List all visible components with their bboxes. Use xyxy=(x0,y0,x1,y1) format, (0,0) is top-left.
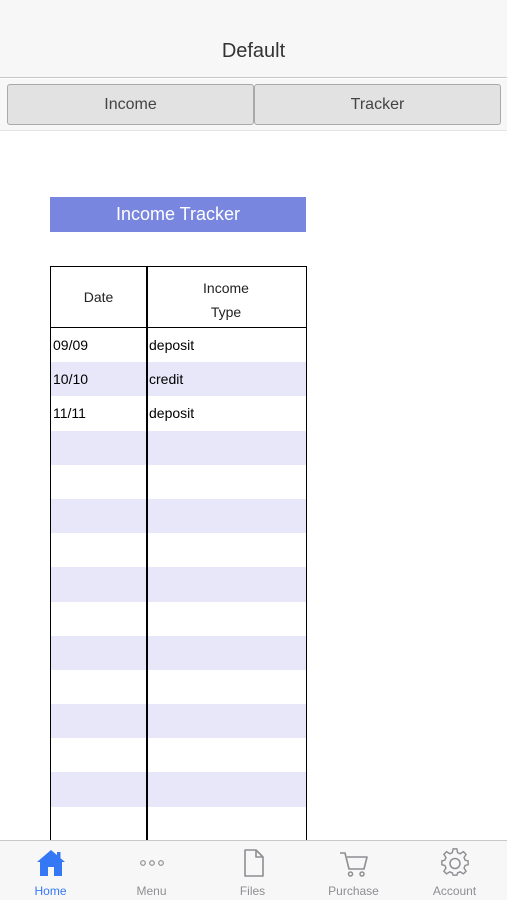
income-button[interactable]: Income xyxy=(7,84,254,125)
more-dots-icon xyxy=(139,860,164,866)
income-type-cell xyxy=(149,533,299,567)
table-row[interactable]: 11/11 deposit xyxy=(51,396,306,430)
tab-purchase[interactable]: Purchase xyxy=(303,841,404,901)
table-row[interactable] xyxy=(51,738,306,772)
column-header-income-line: Income xyxy=(203,280,249,296)
date-cell xyxy=(53,602,143,636)
date-cell xyxy=(53,670,143,704)
date-cell xyxy=(53,636,143,670)
income-type-cell: credit xyxy=(149,371,184,388)
date-cell xyxy=(53,772,143,806)
segment-bar: Income Tracker xyxy=(0,79,507,131)
income-type-cell xyxy=(149,636,299,670)
table-row[interactable] xyxy=(51,670,306,704)
navigation-bar: Default xyxy=(0,0,507,78)
date-cell xyxy=(53,704,143,738)
income-type-cell xyxy=(149,602,299,636)
tracker-title: Income Tracker xyxy=(50,197,306,232)
tab-purchase-label: Purchase xyxy=(328,884,379,898)
table-row[interactable] xyxy=(51,602,306,636)
tab-bar: Home Menu Files Purchase Account xyxy=(0,840,507,900)
income-type-cell xyxy=(149,465,299,499)
tab-home[interactable]: Home xyxy=(0,841,101,901)
table-body: 09/09 deposit 10/10 credit 11/11 deposit xyxy=(51,328,306,840)
tab-menu-label: Menu xyxy=(136,884,167,898)
column-header-type-line: Type xyxy=(210,304,242,320)
tab-account[interactable]: Account xyxy=(404,841,505,901)
table-row[interactable] xyxy=(51,807,306,840)
date-cell xyxy=(53,465,143,499)
income-type-cell xyxy=(149,807,299,840)
table-row[interactable] xyxy=(51,704,306,739)
income-type-cell xyxy=(149,738,299,772)
date-cell xyxy=(53,431,143,465)
page-title: Default xyxy=(221,40,286,62)
cart-icon xyxy=(339,852,368,877)
tab-account-label: Account xyxy=(432,884,477,898)
date-cell xyxy=(53,807,143,840)
home-icon xyxy=(36,850,65,876)
income-type-cell xyxy=(149,704,299,738)
column-divider xyxy=(146,267,148,840)
gear-icon xyxy=(440,848,469,876)
file-icon xyxy=(243,849,264,877)
income-type-cell: deposit xyxy=(149,337,195,353)
table-row[interactable]: 09/09 deposit xyxy=(51,328,306,362)
date-cell xyxy=(53,533,143,567)
income-type-cell xyxy=(149,431,299,465)
income-type-cell xyxy=(149,670,299,704)
table-row[interactable] xyxy=(51,430,306,465)
income-type-cell xyxy=(149,772,299,806)
date-cell xyxy=(53,567,143,601)
table-row[interactable]: 10/10 credit xyxy=(51,362,306,397)
table-row[interactable] xyxy=(51,635,306,670)
income-type-cell xyxy=(149,499,299,533)
date-cell xyxy=(53,499,143,533)
date-cell: 10/10 xyxy=(53,371,89,388)
tab-home-label: Home xyxy=(34,884,67,898)
table-row[interactable] xyxy=(51,772,306,807)
date-cell: 11/11 xyxy=(53,405,86,422)
column-header-date: Date xyxy=(83,289,114,305)
income-type-cell: deposit xyxy=(149,405,195,422)
table-row[interactable] xyxy=(51,465,306,499)
income-table: 09/09 deposit 10/10 credit 11/11 deposit Date… xyxy=(50,266,307,840)
table-row[interactable] xyxy=(51,567,306,602)
income-type-cell xyxy=(149,567,299,601)
date-cell xyxy=(53,738,143,772)
tab-files-label: Files xyxy=(239,884,266,898)
date-cell: 09/09 xyxy=(53,337,89,353)
table-header: Date Income Type xyxy=(51,267,306,328)
tracker-button[interactable]: Tracker xyxy=(254,84,501,125)
table-row[interactable] xyxy=(51,533,306,567)
column-header-income-type: Income Type xyxy=(147,276,305,324)
tab-files[interactable]: Files xyxy=(202,841,303,901)
tab-menu[interactable]: Menu xyxy=(101,841,202,901)
table-row[interactable] xyxy=(51,498,306,534)
